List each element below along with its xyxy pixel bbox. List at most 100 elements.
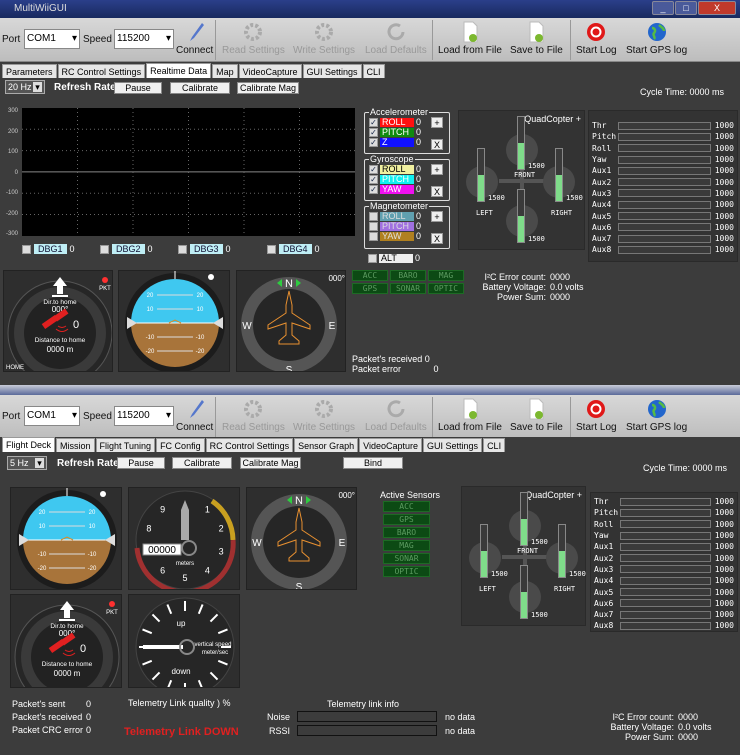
magnetometer-checkbox[interactable] <box>369 221 378 231</box>
write-settings-button[interactable]: Write Settings <box>293 21 355 56</box>
pitch-label: 20 <box>197 293 204 299</box>
load-defaults-button[interactable]: Load Defaults <box>365 398 427 433</box>
zoom-in-button[interactable]: + <box>431 117 443 128</box>
speed-select[interactable]: 115200 ▾ <box>114 29 174 49</box>
battery-voltage-row: Battery Voltage: 0.0 volts <box>604 722 711 732</box>
gyroscope-checkbox[interactable]: ✓ <box>369 164 378 174</box>
refresh-rate-select[interactable]: 5 Hz ▾ <box>7 456 47 470</box>
calibrate-button[interactable]: Calibrate <box>172 457 232 469</box>
tab-map[interactable]: Map <box>212 64 238 78</box>
magnetometer-checkbox[interactable] <box>369 231 378 241</box>
minimize-button[interactable]: _ <box>652 1 674 15</box>
debug-checkbox[interactable] <box>22 244 31 254</box>
rc-channel-bar <box>620 610 711 619</box>
connect-button[interactable]: Connect <box>176 398 213 433</box>
debug-checkbox[interactable] <box>100 244 109 254</box>
start-log-button[interactable]: Start Log <box>576 21 617 56</box>
tab-videocapture[interactable]: VideoCapture <box>359 438 423 452</box>
status-info: I²C Error count: 0000 Battery Voltage: 0.0 … <box>604 712 711 742</box>
rc-channel-bar <box>620 520 711 529</box>
load-from-file-button[interactable]: Load from File <box>438 21 502 56</box>
magnetometer-roll-label: ROLL <box>380 211 414 221</box>
tab-gui-settings[interactable]: GUI Settings <box>423 438 483 452</box>
tab-rc-control-settings[interactable]: RC Control Settings <box>205 438 294 452</box>
accelerometer-checkbox[interactable]: ✓ <box>369 137 378 147</box>
tab-flight-tuning[interactable]: Flight Tuning <box>95 438 156 452</box>
connect-button[interactable]: Connect <box>176 21 213 56</box>
start-log-button[interactable]: Start Log <box>576 398 617 433</box>
load-defaults-button[interactable]: Load Defaults <box>365 21 427 56</box>
read-settings-button[interactable]: Read Settings <box>222 398 285 433</box>
close-button[interactable]: X <box>698 1 736 15</box>
refresh-rate-select[interactable]: 20 Hz ▾ <box>5 80 45 94</box>
calibrate-mag-button[interactable]: Calibrate Mag <box>240 457 301 469</box>
tab-parameters[interactable]: Parameters <box>2 64 57 78</box>
attitude-indicator: 20 20 10 10 -10 -10 -20 -20 <box>118 270 230 372</box>
calibrate-button[interactable]: Calibrate <box>170 82 230 94</box>
debug-checkbox[interactable] <box>267 244 276 254</box>
alt-checkbox[interactable] <box>368 253 377 263</box>
alt-value: 0 <box>415 253 421 263</box>
chevron-down-icon: ▾ <box>35 458 44 468</box>
sensor-badge-sonar: SONAR <box>383 553 430 564</box>
packets-received-value: 0 <box>86 712 92 722</box>
write-settings-button[interactable]: Write Settings <box>293 398 355 433</box>
save-to-file-button[interactable]: Save to File <box>510 398 563 433</box>
maximize-button[interactable]: □ <box>675 1 697 15</box>
gyroscope-yaw-label: YAW <box>380 184 414 194</box>
rc-channel-name: Aux1 <box>592 166 612 176</box>
tab-videocapture[interactable]: VideoCapture <box>238 64 302 78</box>
reset-button[interactable]: X <box>431 233 443 244</box>
read-settings-button[interactable]: Read Settings <box>222 21 285 56</box>
pause-button[interactable]: Pause <box>114 82 162 94</box>
rc-channel-name: Aux8 <box>594 621 614 631</box>
file-save-icon <box>529 21 544 43</box>
tab-cli[interactable]: CLI <box>362 64 385 78</box>
tab-gui-settings[interactable]: GUI Settings <box>302 64 362 78</box>
globe-icon <box>647 23 666 41</box>
accelerometer-checkbox[interactable]: ✓ <box>369 117 378 127</box>
accelerometer-value: 0 <box>416 127 422 137</box>
rc-channel-bar <box>620 531 711 540</box>
gyroscope-checkbox[interactable]: ✓ <box>369 184 378 194</box>
debug-values: DBG1 0 DBG2 0 DBG3 0 DBG4 0 <box>22 244 362 256</box>
zoom-in-button[interactable]: + <box>431 164 443 175</box>
load-from-file-button[interactable]: Load from File <box>438 398 502 433</box>
speed-select[interactable]: 115200 ▾ <box>114 406 174 426</box>
port-select[interactable]: COM1 ▾ <box>24 29 80 49</box>
start-gps-log-button[interactable]: Start GPS log <box>626 21 687 56</box>
tab-fc-config[interactable]: FC Config <box>156 438 205 452</box>
rc-channel-aux5: Aux5 1000 <box>594 586 734 597</box>
debug-checkbox[interactable] <box>178 244 187 254</box>
battery-voltage-value: 0.0 volts <box>550 282 584 292</box>
sensor-badge-baro: BARO <box>390 270 426 281</box>
compass-s: S <box>286 365 293 372</box>
port-select[interactable]: COM1 ▾ <box>24 406 80 426</box>
save-to-file-button[interactable]: Save to File <box>510 21 563 56</box>
accelerometer-checkbox[interactable]: ✓ <box>369 127 378 137</box>
magnetometer-checkbox[interactable] <box>369 211 378 221</box>
tab-cli[interactable]: CLI <box>483 438 506 452</box>
rc-channel-bar <box>618 234 711 243</box>
bind-button[interactable]: Bind <box>343 457 403 469</box>
tab-flight-deck[interactable]: Flight Deck <box>2 437 56 452</box>
accelerometer-pitch-label: PITCH <box>380 127 414 137</box>
calibrate-mag-button[interactable]: Calibrate Mag <box>237 82 299 94</box>
tab-mission[interactable]: Mission <box>56 438 95 452</box>
rc-channel-value: 1000 <box>714 598 734 608</box>
vertical-speed-indicator: up down vertical speed meter/sec <box>128 594 240 688</box>
rssi-bar <box>297 725 437 736</box>
reset-button[interactable]: X <box>431 139 443 150</box>
sensor-badge-gps: GPS <box>352 283 388 294</box>
tab-rc-control-settings[interactable]: RC Control Settings <box>57 64 146 78</box>
up-label: up <box>177 619 186 628</box>
pause-button[interactable]: Pause <box>117 457 165 469</box>
zoom-in-button[interactable]: + <box>431 211 443 222</box>
tab-realtime-data[interactable]: Realtime Data <box>146 63 212 78</box>
reset-button[interactable]: X <box>431 186 443 197</box>
start-gps-log-button[interactable]: Start GPS log <box>626 398 687 433</box>
gyroscope-checkbox[interactable]: ✓ <box>369 174 378 184</box>
rc-channel-bar <box>618 223 711 232</box>
tab-sensor-graph[interactable]: Sensor Graph <box>294 438 359 452</box>
rc-channel-roll: Roll 1000 <box>592 143 734 154</box>
